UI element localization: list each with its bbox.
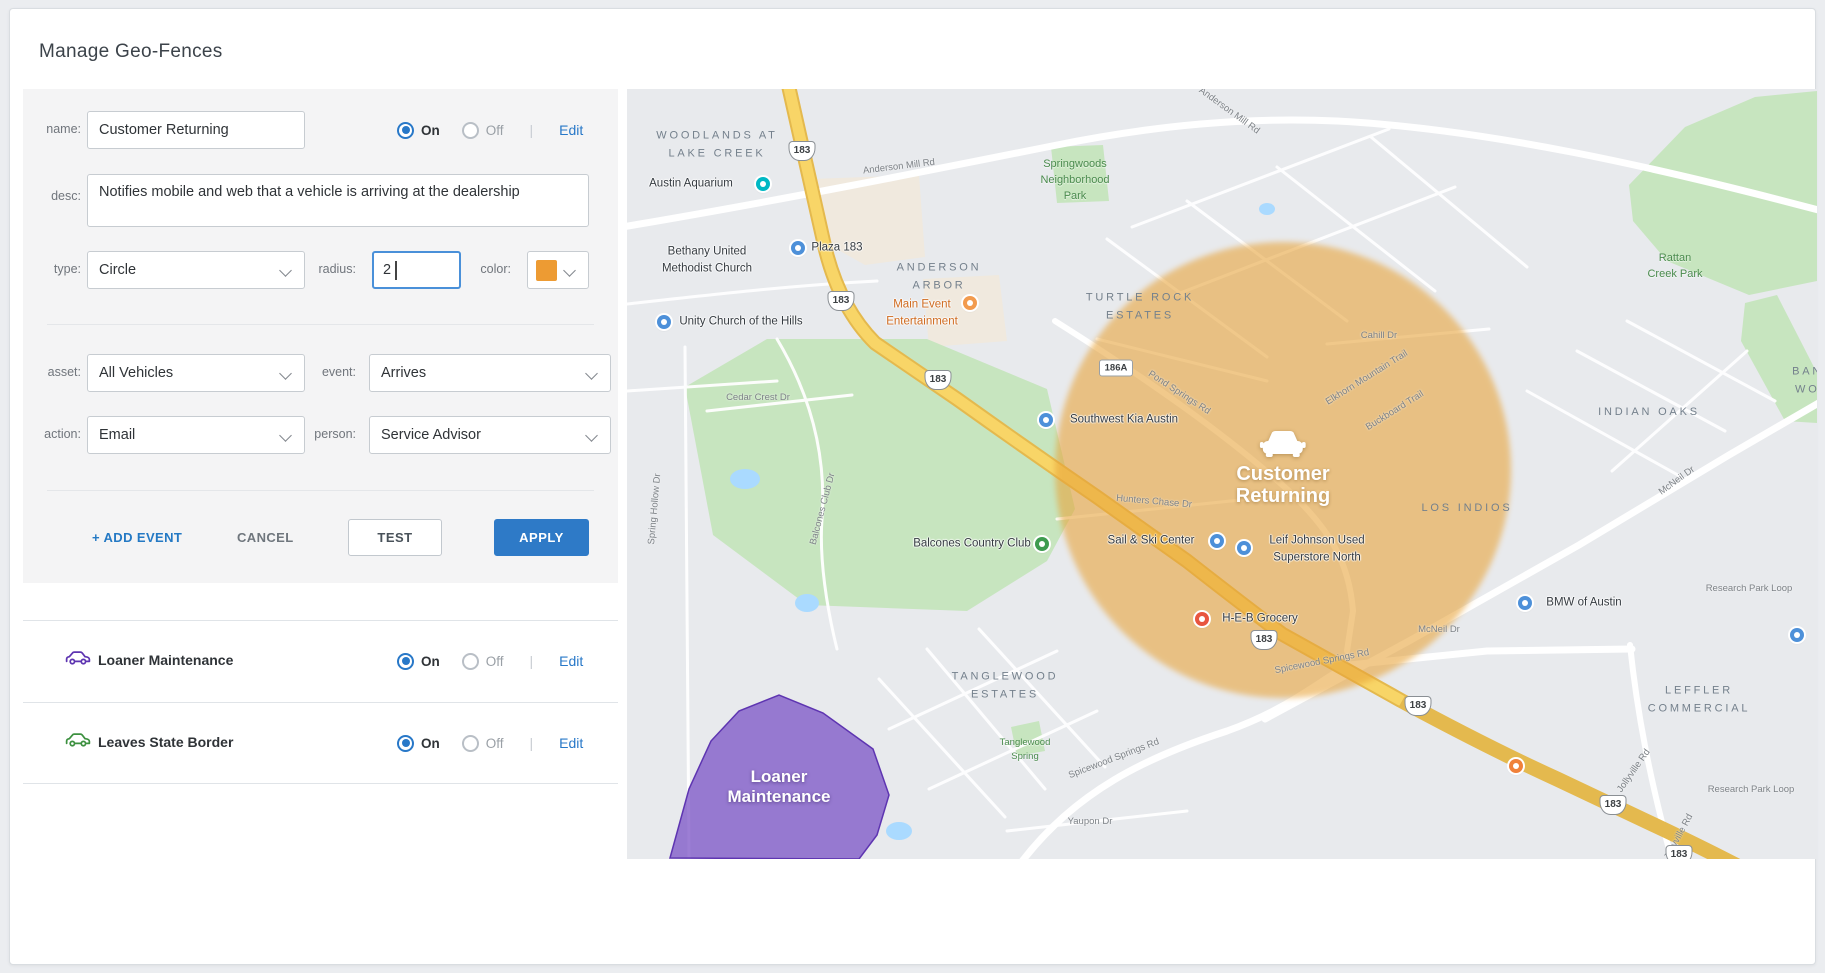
list-divider xyxy=(23,702,618,703)
on-radio[interactable] xyxy=(397,653,414,670)
chevron-down-icon xyxy=(279,264,292,277)
form-divider xyxy=(47,324,594,325)
chevron-down-icon xyxy=(279,429,292,442)
edit-link[interactable]: Edit xyxy=(559,735,583,751)
name-label: name: xyxy=(21,122,81,136)
color-select[interactable] xyxy=(527,251,589,289)
aquarium-pin[interactable] xyxy=(756,177,770,191)
sail-ski-pin[interactable] xyxy=(1210,534,1224,548)
cancel-button[interactable]: CANCEL xyxy=(237,519,294,556)
toggle-divider: | xyxy=(530,735,534,751)
form-onoff-toggle: On Off | Edit xyxy=(397,111,583,149)
fence-onoff-toggle: On Off | Edit xyxy=(397,724,583,762)
unity-church-pin[interactable] xyxy=(657,315,671,329)
toggle-divider: | xyxy=(530,122,534,138)
name-input[interactable] xyxy=(87,111,305,149)
person-label: person: xyxy=(296,427,356,441)
on-radio[interactable] xyxy=(397,735,414,752)
fence-onoff-toggle: On Off | Edit xyxy=(397,642,583,680)
radius-label: radius: xyxy=(296,262,356,276)
asset-select[interactable]: All Vehicles xyxy=(87,354,305,392)
event-select[interactable]: Arrives xyxy=(369,354,611,392)
on-radio[interactable] xyxy=(397,122,414,139)
action-label: action: xyxy=(21,427,81,441)
car-icon xyxy=(65,730,91,753)
small-marker-pin[interactable] xyxy=(1790,628,1804,642)
asset-label: asset: xyxy=(21,365,81,379)
leif-johnson-pin[interactable] xyxy=(1237,541,1251,555)
radius-input[interactable]: 2 xyxy=(372,251,461,289)
car-icon xyxy=(65,648,91,671)
fence-name: Loaner Maintenance xyxy=(98,652,233,668)
type-select[interactable]: Circle xyxy=(87,251,305,289)
type-label: type: xyxy=(21,262,81,276)
off-radio[interactable] xyxy=(462,735,479,752)
chevron-down-icon xyxy=(279,367,292,380)
off-label: Off xyxy=(486,736,504,751)
list-divider xyxy=(23,620,618,621)
chevron-down-icon xyxy=(563,264,576,277)
on-label: On xyxy=(421,123,440,138)
chevron-down-icon xyxy=(585,429,598,442)
edit-link[interactable]: Edit xyxy=(559,122,583,138)
bmw-pin[interactable] xyxy=(1518,596,1532,610)
manage-geofences-card: Manage Geo-Fences name: On Off | Edit de… xyxy=(9,8,1816,965)
on-label: On xyxy=(421,654,440,669)
page-title: Manage Geo-Fences xyxy=(39,41,223,63)
balcones-club-pin[interactable] xyxy=(1035,537,1049,551)
construction-dot[interactable] xyxy=(1509,759,1523,773)
person-select[interactable]: Service Advisor xyxy=(369,416,611,454)
map-pins-layer xyxy=(627,89,1817,859)
event-label: event: xyxy=(296,365,356,379)
chevron-down-icon xyxy=(585,367,598,380)
fence-name: Leaves State Border xyxy=(98,734,233,750)
toggle-divider: | xyxy=(530,653,534,669)
add-event-button[interactable]: + ADD EVENT xyxy=(92,519,182,556)
test-button[interactable]: TEST xyxy=(348,519,442,556)
color-label: color: xyxy=(451,262,511,276)
action-select[interactable]: Email xyxy=(87,416,305,454)
apply-button[interactable]: APPLY xyxy=(494,519,589,556)
text-caret xyxy=(395,261,397,280)
desc-label: desc: xyxy=(21,189,81,203)
heb-pin[interactable] xyxy=(1195,612,1209,626)
color-swatch-chip xyxy=(536,260,557,281)
off-radio[interactable] xyxy=(462,122,479,139)
plaza-183-pin[interactable] xyxy=(791,241,805,255)
off-radio[interactable] xyxy=(462,653,479,670)
geofence-form-panel: name: On Off | Edit desc: Notifies mobil… xyxy=(23,89,618,583)
list-divider xyxy=(23,783,618,784)
on-label: On xyxy=(421,736,440,751)
edit-link[interactable]: Edit xyxy=(559,653,583,669)
southwest-kia-pin[interactable] xyxy=(1039,413,1053,427)
form-divider xyxy=(47,490,594,491)
off-label: Off xyxy=(486,123,504,138)
off-label: Off xyxy=(486,654,504,669)
main-event-pin[interactable] xyxy=(963,296,977,310)
map[interactable]: WOODLANDS AT LAKE CREEKAustin AquariumAn… xyxy=(627,89,1817,859)
desc-textarea[interactable]: Notifies mobile and web that a vehicle i… xyxy=(87,174,589,227)
